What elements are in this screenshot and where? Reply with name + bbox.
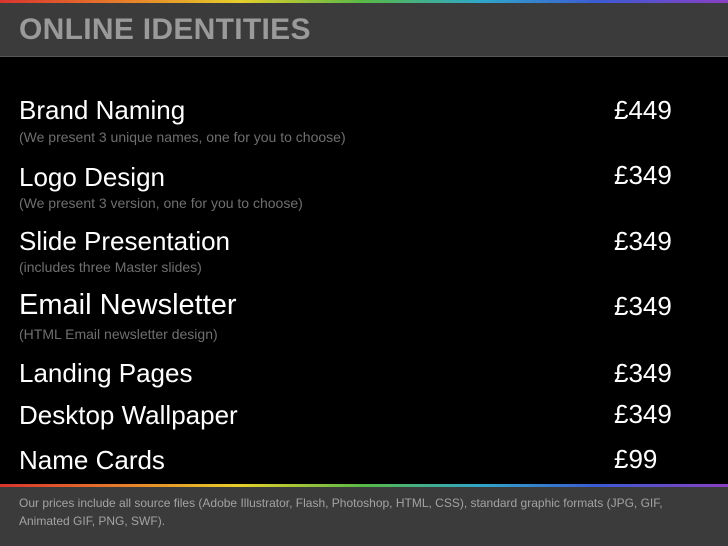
item-price-brand-naming: £449 [614, 95, 672, 125]
header-bar: ONLINE IDENTITIES [0, 3, 728, 57]
item-price-logo-design: £349 [614, 160, 672, 190]
item-name-email-newsletter: Email Newsletter [19, 289, 237, 321]
item-note-logo-design: (We present 3 version, one for you to ch… [19, 195, 303, 211]
item-price-email-newsletter: £349 [614, 291, 672, 321]
item-price-name-cards: £99 [614, 444, 658, 474]
item-name-desktop-wallpaper: Desktop Wallpaper [19, 400, 238, 430]
price-list: Brand Naming £449 (We present 3 unique n… [0, 58, 728, 484]
footer-note: Our prices include all source files (Ado… [19, 496, 663, 528]
item-note-brand-naming: (We present 3 unique names, one for you … [19, 129, 346, 145]
item-note-slide-presentation: (includes three Master slides) [19, 259, 202, 275]
item-price-landing-pages: £349 [614, 358, 672, 388]
item-name-slide-presentation: Slide Presentation [19, 226, 231, 256]
item-note-email-newsletter: (HTML Email newsletter design) [19, 326, 218, 342]
page-title: ONLINE IDENTITIES [19, 13, 311, 46]
item-name-logo-design: Logo Design [19, 162, 165, 192]
item-name-name-cards: Name Cards [19, 445, 165, 475]
item-name-brand-naming: Brand Naming [19, 95, 186, 125]
footer-bar: Our prices include all source files (Ado… [0, 487, 728, 546]
item-name-landing-pages: Landing Pages [19, 358, 193, 388]
item-price-desktop-wallpaper: £349 [614, 399, 672, 429]
item-price-slide-presentation: £349 [614, 226, 672, 256]
